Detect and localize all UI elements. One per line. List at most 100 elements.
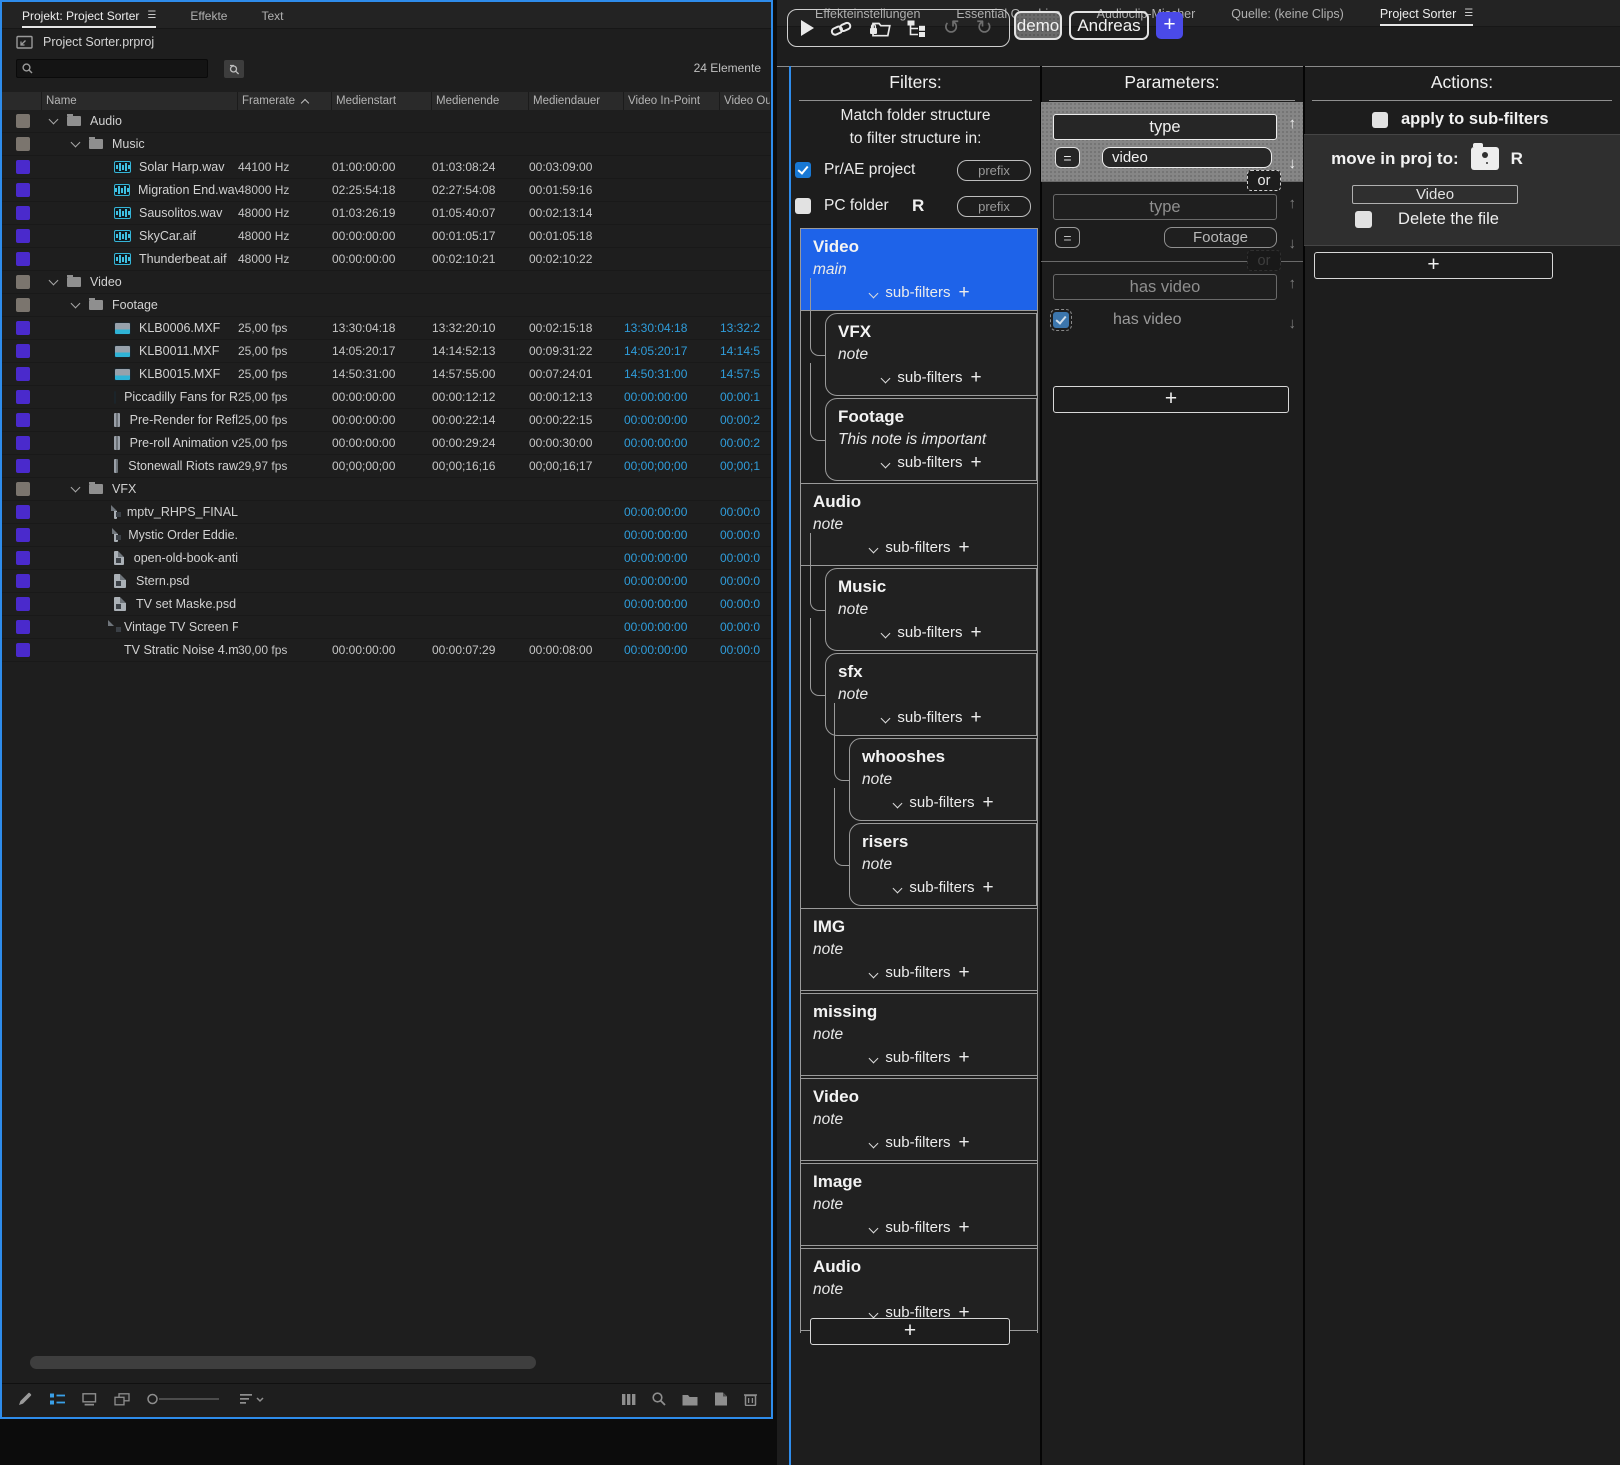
label-color-swatch[interactable]: [16, 413, 30, 427]
label-color-swatch[interactable]: [16, 390, 30, 404]
add-subfilter-button[interactable]: +: [958, 539, 969, 557]
column-header-video-ou[interactable]: Video Ou: [720, 92, 771, 110]
label-color-swatch[interactable]: [16, 252, 30, 266]
freeform-view-icon[interactable]: [114, 1393, 130, 1406]
table-row[interactable]: Audio: [2, 110, 771, 133]
move-r-button[interactable]: R: [1511, 149, 1523, 169]
name-cell[interactable]: Video: [42, 275, 238, 289]
move-down-icon[interactable]: ↓: [1289, 236, 1297, 251]
label-color-swatch[interactable]: [16, 344, 30, 358]
filter-card-audio[interactable]: Audionotesub-filters+: [801, 483, 1037, 566]
panel-menu-icon[interactable]: ☰: [1464, 9, 1473, 19]
label-color-swatch[interactable]: [16, 574, 30, 588]
tab-project-0[interactable]: Projekt: Project Sorter☰: [22, 2, 156, 28]
list-view-icon[interactable]: [50, 1393, 65, 1406]
move-up-icon[interactable]: ↑: [1289, 276, 1297, 291]
chevron-down-icon[interactable]: [71, 138, 81, 148]
column-header-medienstart[interactable]: Medienstart: [332, 92, 432, 110]
subfilters-chevron-icon[interactable]: [869, 1138, 879, 1148]
target-folder-icon[interactable]: [1471, 147, 1499, 170]
run-sorter-icon[interactable]: [801, 20, 814, 36]
link-icon[interactable]: [830, 19, 853, 37]
chevron-down-icon[interactable]: [71, 299, 81, 309]
table-row[interactable]: open-old-book-anti00:00:00:0000:00:0: [2, 547, 771, 570]
table-row[interactable]: Pre-Render for Refl25,00 fps00:00:00:000…: [2, 409, 771, 432]
table-row[interactable]: KLB0006.MXF25,00 fps13:30:04:1813:32:20:…: [2, 317, 771, 340]
name-cell[interactable]: TV set Maske.psd: [42, 597, 238, 611]
move-target-input[interactable]: Video: [1352, 185, 1518, 204]
sort-menu-icon[interactable]: [240, 1393, 264, 1405]
pc-prefix-button[interactable]: prefix: [957, 196, 1031, 217]
name-cell[interactable]: Vintage TV Screen F: [42, 620, 238, 634]
edit-pencil-icon[interactable]: [18, 1392, 33, 1406]
label-color-swatch[interactable]: [16, 643, 30, 657]
chevron-down-icon[interactable]: [49, 115, 59, 125]
panel-menu-icon[interactable]: ☰: [147, 11, 156, 21]
subfilters-chevron-icon[interactable]: [881, 458, 891, 468]
name-cell[interactable]: KLB0011.MXF: [42, 344, 238, 358]
or-operator-badge[interactable]: or: [1247, 250, 1281, 271]
name-cell[interactable]: Stonewall Riots raw: [42, 459, 238, 473]
subfilters-chevron-icon[interactable]: [881, 713, 891, 723]
name-cell[interactable]: KLB0015.MXF: [42, 367, 238, 381]
table-row[interactable]: KLB0015.MXF25,00 fps14:50:31:0014:57:55:…: [2, 363, 771, 386]
filter-card-video[interactable]: Videonotesub-filters+: [801, 1078, 1037, 1161]
label-color-swatch[interactable]: [16, 436, 30, 450]
label-color-swatch[interactable]: [16, 367, 30, 381]
label-color-swatch[interactable]: [16, 321, 30, 335]
label-color-swatch[interactable]: [16, 298, 30, 312]
label-color-swatch[interactable]: [16, 206, 30, 220]
chevron-down-icon[interactable]: [49, 276, 59, 286]
label-color-swatch[interactable]: [16, 229, 30, 243]
filter-card-vfx[interactable]: VFXnotesub-filters+: [825, 313, 1037, 396]
name-cell[interactable]: open-old-book-anti: [42, 551, 238, 565]
pc-folder-checkbox[interactable]: [795, 198, 811, 214]
table-row[interactable]: TV set Maske.psd00:00:00:0000:00:0: [2, 593, 771, 616]
name-cell[interactable]: Migration End.wav: [42, 183, 238, 197]
table-row[interactable]: Footage: [2, 294, 771, 317]
search-input[interactable]: [16, 59, 208, 78]
preset-button-demo[interactable]: demo: [1014, 11, 1062, 40]
name-cell[interactable]: Audio: [42, 114, 238, 128]
table-row[interactable]: Migration End.wav48000 Hz02:25:54:1802:2…: [2, 179, 771, 202]
filter-card-missing[interactable]: missingnotesub-filters+: [801, 993, 1037, 1076]
parameter-name-dropdown[interactable]: type: [1053, 194, 1277, 220]
name-cell[interactable]: Solar Harp.wav: [42, 160, 238, 174]
table-row[interactable]: Pre-roll Animation v25,00 fps00:00:00:00…: [2, 432, 771, 455]
add-subfilter-button[interactable]: +: [958, 964, 969, 982]
tab-sorter-3[interactable]: Quelle: (keine Clips): [1231, 0, 1344, 26]
filter-card-image[interactable]: Imagenotesub-filters+: [801, 1163, 1037, 1246]
add-filter-button[interactable]: +: [810, 1318, 1010, 1345]
filter-card-footage[interactable]: FootageThis note is importantsub-filters…: [825, 398, 1037, 481]
table-row[interactable]: Thunderbeat.aif48000 Hz00:00:00:0000:02:…: [2, 248, 771, 271]
parameter-block-1[interactable]: type=Footage↑↓: [1041, 181, 1303, 261]
add-subfilter-button[interactable]: +: [982, 794, 993, 812]
subfilters-chevron-icon[interactable]: [869, 968, 879, 978]
redo-icon[interactable]: ↻: [976, 18, 993, 38]
operator-button[interactable]: =: [1055, 227, 1080, 248]
label-color-swatch[interactable]: [16, 482, 30, 496]
column-header-framerate[interactable]: Framerate: [238, 92, 332, 110]
project-file-row[interactable]: Project Sorter.prproj: [16, 35, 154, 49]
move-down-icon[interactable]: ↓: [1289, 156, 1297, 171]
label-color-swatch[interactable]: [16, 551, 30, 565]
subfilters-chevron-icon[interactable]: [881, 628, 891, 638]
add-parameter-button[interactable]: +: [1053, 386, 1289, 413]
add-subfilter-button[interactable]: +: [958, 1049, 969, 1067]
add-subfilter-button[interactable]: +: [970, 369, 981, 387]
preview-columns-icon[interactable]: [622, 1393, 636, 1406]
filter-card-video[interactable]: Videomainsub-filters+: [801, 228, 1037, 311]
table-header[interactable]: NameFramerateMedienstartMedienendeMedien…: [2, 92, 771, 110]
label-color-swatch[interactable]: [16, 160, 30, 174]
add-subfilter-button[interactable]: +: [982, 879, 993, 897]
add-subfilter-button[interactable]: +: [958, 284, 969, 302]
add-subfilter-button[interactable]: +: [970, 454, 981, 472]
add-subfilter-button[interactable]: +: [958, 1219, 969, 1237]
delete-icon[interactable]: [744, 1392, 757, 1406]
name-cell[interactable]: Stern.psd: [42, 574, 238, 588]
parameter-value-input[interactable]: video: [1102, 147, 1272, 168]
filter-card-sfx[interactable]: sfxnotesub-filters+: [825, 653, 1037, 736]
table-row[interactable]: KLB0011.MXF25,00 fps14:05:20:1714:14:52:…: [2, 340, 771, 363]
table-row[interactable]: Video: [2, 271, 771, 294]
filter-card-whooshes[interactable]: whooshesnotesub-filters+: [849, 738, 1037, 821]
